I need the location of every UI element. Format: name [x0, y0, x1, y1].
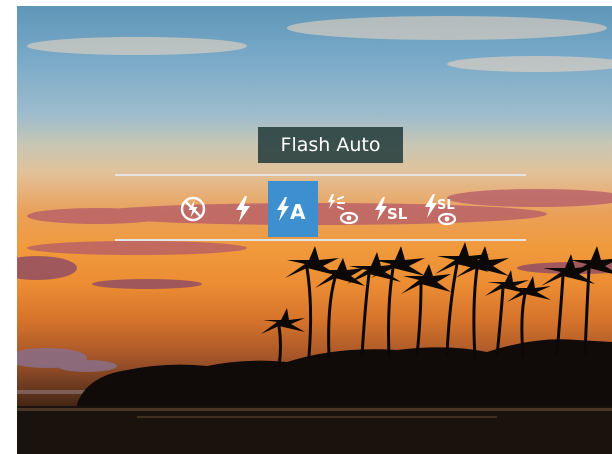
- red-eye-reduction-option[interactable]: [318, 181, 368, 237]
- flash-auto-letter: A: [290, 200, 306, 224]
- flash-off-option[interactable]: [168, 181, 218, 237]
- red-eye-reduction-icon: [328, 194, 359, 225]
- slow-sync-option[interactable]: SL: [368, 181, 418, 237]
- slow-sync-icon: SL: [375, 197, 408, 223]
- flash-on-icon: [236, 196, 250, 222]
- menu-divider-top: [115, 174, 526, 176]
- slow-sync-red-eye-letters: SL: [437, 198, 455, 213]
- flash-auto-icon: A: [277, 197, 306, 224]
- flash-mode-selector[interactable]: A SL SL: [168, 181, 470, 237]
- flash-mode-tooltip: Flash Auto: [258, 127, 403, 163]
- slow-sync-red-eye-option[interactable]: SL: [418, 181, 468, 237]
- flash-on-option[interactable]: [218, 181, 268, 237]
- slow-sync-letters: SL: [387, 205, 408, 223]
- slow-sync-red-eye-icon: SL: [425, 194, 457, 226]
- flash-off-icon: [180, 196, 206, 222]
- flash-auto-option[interactable]: A: [268, 181, 318, 237]
- menu-divider-bottom: [115, 239, 526, 241]
